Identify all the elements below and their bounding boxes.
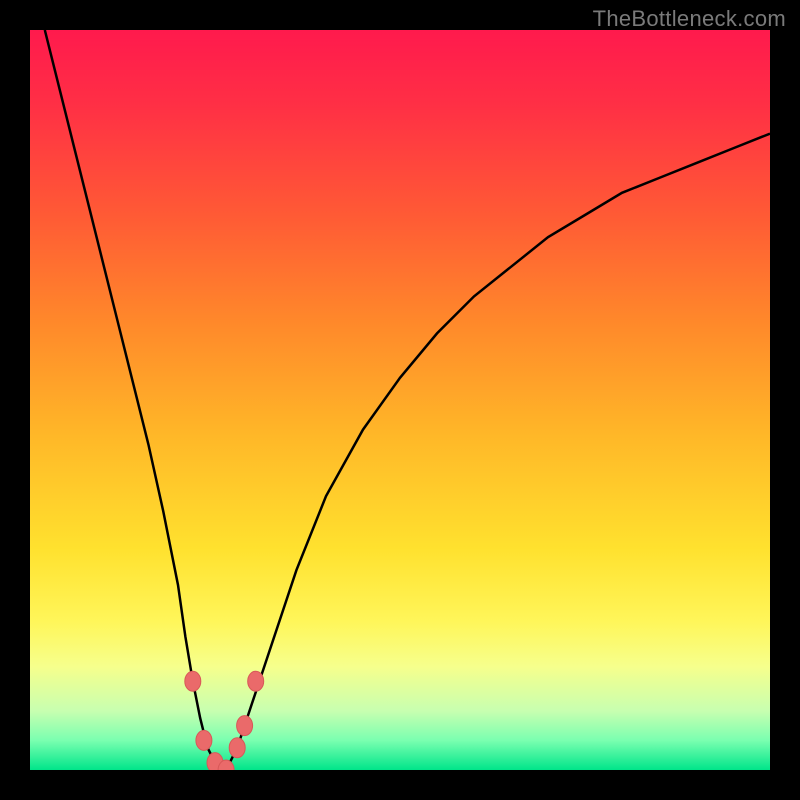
plot-area xyxy=(30,30,770,770)
marker-dot xyxy=(237,716,253,736)
marker-dot xyxy=(196,730,212,750)
curve-right xyxy=(222,134,770,770)
chart-frame: TheBottleneck.com xyxy=(0,0,800,800)
curves-layer xyxy=(30,30,770,770)
marker-dot xyxy=(248,671,264,691)
watermark: TheBottleneck.com xyxy=(593,6,786,32)
watermark-text: TheBottleneck.com xyxy=(593,6,786,31)
curve-left xyxy=(45,30,223,770)
marker-group xyxy=(185,671,264,770)
marker-dot xyxy=(229,738,245,758)
marker-dot xyxy=(185,671,201,691)
